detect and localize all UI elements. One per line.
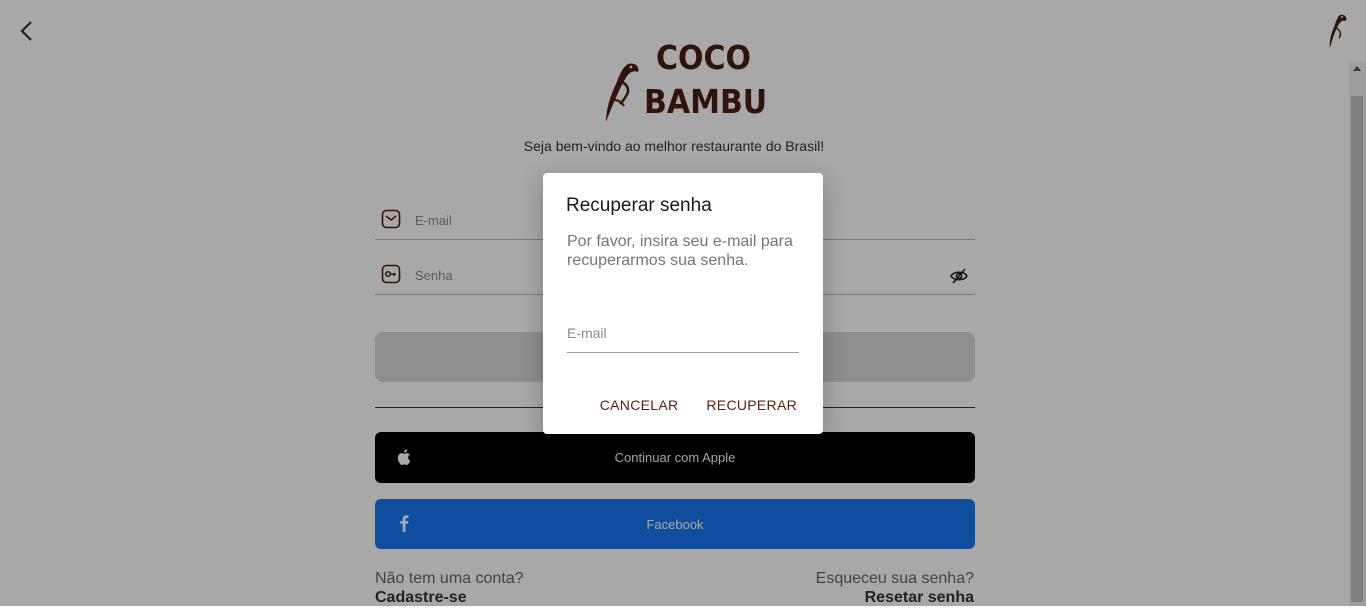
dialog-title: Recuperar senha [566,195,712,216]
recover-email-field[interactable] [567,321,799,353]
recover-email-input[interactable] [567,321,799,345]
recover-button[interactable]: RECUPERAR [706,397,797,413]
recover-password-dialog: Recuperar senha Por favor, insira seu e-… [543,173,823,434]
dialog-message: Por favor, insira seu e-mail para recupe… [567,233,793,269]
cancel-button[interactable]: CANCELAR [600,397,679,413]
dialog-actions: CANCELAR RECUPERAR [600,397,797,413]
